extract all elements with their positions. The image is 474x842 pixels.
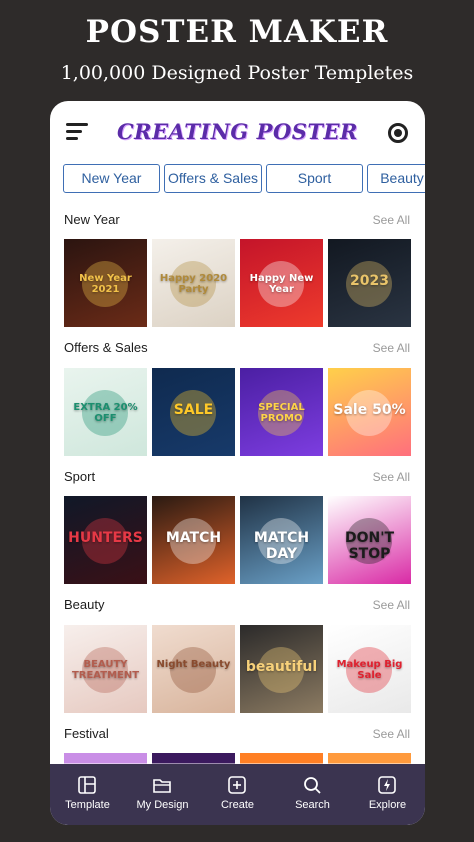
poster-text: SALE	[173, 402, 214, 418]
nav-label: Explore	[368, 799, 407, 811]
nav-create[interactable]: Create	[200, 764, 275, 825]
poster-thumbnail[interactable]: SPECIAL PROMO	[240, 368, 323, 456]
template-icon	[78, 776, 96, 794]
category-tabs: New Year Offers & Sales Sport Beauty	[63, 164, 425, 194]
poster-text: New Year 2021	[79, 273, 132, 295]
poster-thumbnail[interactable]: Night Beauty	[152, 625, 235, 713]
poster-thumbnail[interactable]: Sale 50%	[328, 368, 411, 456]
app-bar: CREATING POSTER	[50, 101, 425, 159]
nav-search[interactable]: Search	[275, 764, 350, 825]
nav-label: Template	[65, 799, 110, 811]
poster-text: Happy New Year	[249, 273, 314, 295]
poster-thumbnail[interactable]: New Year 2021	[64, 239, 147, 327]
tab-beauty[interactable]: Beauty	[367, 164, 425, 193]
poster-thumbnail[interactable]: EXTRA 20% OFF	[64, 368, 147, 456]
poster-text: MATCH	[165, 530, 222, 546]
poster-thumbnail[interactable]: 2023	[328, 239, 411, 327]
poster-thumbnail[interactable]: MATCH	[152, 496, 235, 584]
poster-text: beautiful	[245, 659, 318, 675]
see-all-link[interactable]: See All	[373, 727, 410, 741]
poster-text: DON'T STOP	[344, 530, 395, 562]
poster-text: Sale 50%	[333, 402, 406, 418]
app-title: CREATING POSTER	[116, 119, 359, 144]
menu-icon[interactable]	[66, 123, 88, 141]
tab-new-year[interactable]: New Year	[63, 164, 160, 193]
poster-text: SPECIAL PROMO	[258, 402, 305, 424]
poster-thumbnail[interactable]: Happy 2020 Party	[152, 239, 235, 327]
settings-icon[interactable]	[388, 123, 408, 143]
section-title: Sport	[64, 469, 96, 484]
nav-label: Create	[220, 799, 255, 811]
see-all-link[interactable]: See All	[373, 470, 410, 484]
see-all-link[interactable]: See All	[373, 213, 410, 227]
tab-sport[interactable]: Sport	[266, 164, 363, 193]
app-screen: CREATING POSTER New Year Offers & Sales Sp…	[50, 101, 425, 825]
poster-thumbnail[interactable]: HUNTERS	[64, 496, 147, 584]
poster-text: Makeup Big Sale	[336, 659, 403, 681]
poster-text: HUNTERS	[68, 530, 143, 546]
section-title: Festival	[64, 726, 109, 741]
poster-thumbnail[interactable]: SALE	[152, 368, 235, 456]
nav-my-design[interactable]: My Design	[125, 764, 200, 825]
hero-title: POSTER MAKER	[85, 14, 389, 50]
poster-text: 2023	[350, 273, 389, 289]
section-header-sport: Sport See All	[64, 469, 410, 489]
poster-row-new-year: New Year 2021 Happy 2020 Party Happy New Y…	[64, 239, 412, 327]
section-header-beauty: Beauty See All	[64, 597, 410, 617]
search-icon	[304, 777, 321, 794]
poster-text: MATCH DAY	[253, 530, 310, 562]
section-header-festival: Festival See All	[64, 726, 410, 746]
see-all-link[interactable]: See All	[373, 341, 410, 355]
poster-row-offers-sales: EXTRA 20% OFF SALE SPECIAL PROMO Sale 50%	[64, 368, 412, 456]
poster-text: Happy 2020 Party	[159, 273, 228, 295]
folder-icon	[153, 779, 171, 793]
compass-icon	[378, 776, 396, 794]
poster-thumbnail[interactable]: beautiful	[240, 625, 323, 713]
poster-artwork	[170, 647, 216, 693]
plus-square-icon	[228, 776, 246, 794]
poster-thumbnail[interactable]: DON'T STOP	[328, 496, 411, 584]
poster-thumbnail[interactable]: BEAUTY TREATMENT	[64, 625, 147, 713]
poster-text: EXTRA 20% OFF	[73, 402, 138, 424]
section-title: Offers & Sales	[64, 340, 148, 355]
poster-row-sport: HUNTERS MATCH MATCH DAY DON'T STOP	[64, 496, 412, 584]
poster-thumbnail[interactable]: Happy New Year	[240, 239, 323, 327]
nav-explore[interactable]: Explore	[350, 764, 425, 825]
poster-row-beauty: BEAUTY TREATMENT Night Beauty beautiful Mak…	[64, 625, 412, 713]
hero-subtitle: 1,00,000 Designed Poster Templetes	[60, 62, 414, 84]
tab-offers-sales[interactable]: Offers & Sales	[164, 164, 262, 193]
poster-thumbnail[interactable]: Makeup Big Sale	[328, 625, 411, 713]
poster-thumbnail[interactable]: MATCH DAY	[240, 496, 323, 584]
bottom-nav: Template My Design Create Search Explore	[50, 764, 425, 825]
nav-label: My Design	[136, 799, 189, 811]
section-header-new-year: New Year See All	[64, 212, 410, 232]
see-all-link[interactable]: See All	[373, 598, 410, 612]
section-title: Beauty	[64, 597, 105, 612]
section-header-offers-sales: Offers & Sales See All	[64, 340, 410, 360]
nav-template[interactable]: Template	[50, 764, 125, 825]
nav-label: Search	[295, 799, 330, 811]
poster-text: Night Beauty	[156, 659, 231, 670]
section-title: New Year	[64, 212, 120, 227]
poster-text: BEAUTY TREATMENT	[71, 659, 140, 681]
